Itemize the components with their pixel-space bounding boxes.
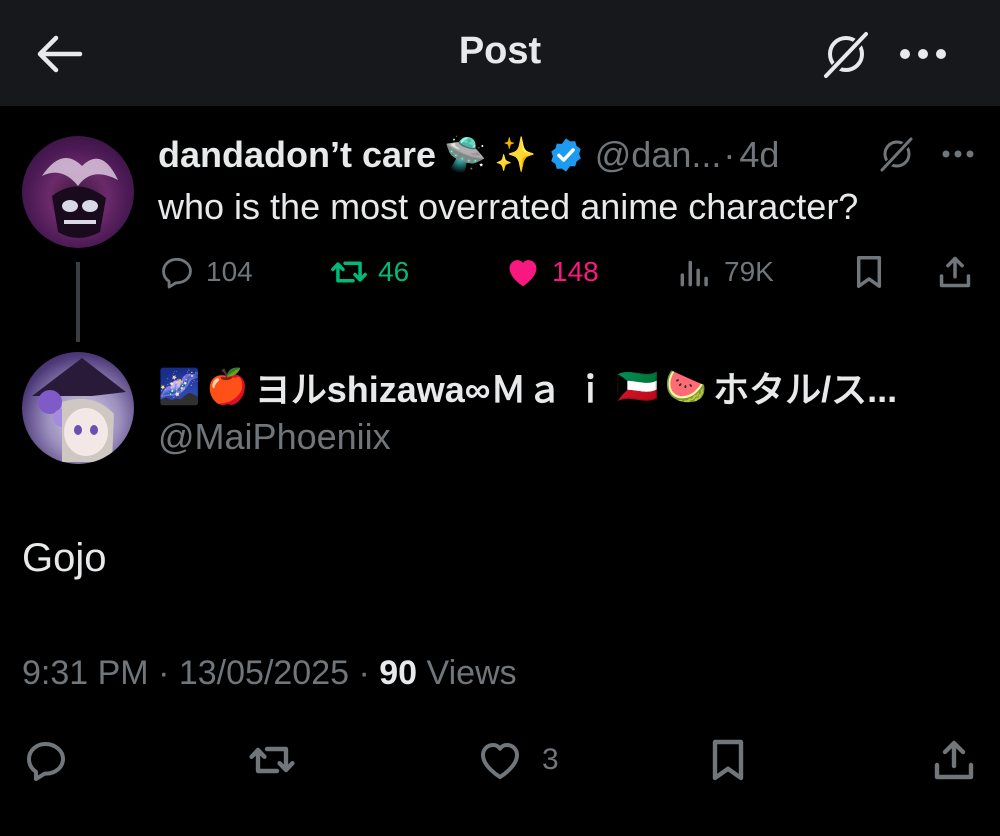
share-icon xyxy=(939,256,971,288)
like-count: 148 xyxy=(552,256,599,287)
analytics-icon xyxy=(680,260,708,287)
heart-icon xyxy=(481,743,519,779)
top-nav-bar: Post xyxy=(0,0,1000,106)
thread-connector xyxy=(76,262,80,342)
reply-icon xyxy=(27,742,65,781)
reply-author-display-name: ヨルshizawa∞Ｍａ ｉ xyxy=(254,369,609,410)
meta-separator: · xyxy=(358,654,370,692)
like-button[interactable]: 148 xyxy=(504,250,599,294)
reply-button[interactable]: 104 xyxy=(158,250,253,294)
more-horizontal-icon[interactable] xyxy=(896,30,950,78)
reply-author-handle[interactable]: @MaiPhoeniix xyxy=(158,416,391,458)
post-author-row: dandadon’t care 🛸 ✨ @dan... · 4d xyxy=(158,133,779,177)
kuwait-flag-emoji: 🇰🇼 xyxy=(616,368,659,406)
views-label: Views xyxy=(426,654,517,692)
share-button[interactable] xyxy=(936,250,974,294)
bookmark-button[interactable] xyxy=(704,734,752,786)
ufo-emoji: 🛸 xyxy=(444,136,487,174)
grok-icon[interactable] xyxy=(878,135,916,173)
like-count: 3 xyxy=(542,743,559,776)
author-display-name[interactable]: dandadon’t care xyxy=(158,134,436,176)
avatar[interactable] xyxy=(22,352,134,464)
sparkles-emoji: ✨ xyxy=(494,136,537,174)
avatar[interactable] xyxy=(22,136,134,248)
meta-separator: · xyxy=(723,134,736,175)
like-button[interactable]: 3 xyxy=(476,734,559,786)
apple-emoji: 🍎 xyxy=(206,368,249,406)
reply-author-row[interactable]: 🌌 🍎 ヨルshizawa∞Ｍａ ｉ 🇰🇼 🍉 ホタル/ス... xyxy=(158,365,897,410)
post-age[interactable]: 4d xyxy=(739,134,779,176)
share-button[interactable] xyxy=(930,734,978,786)
bookmark-button[interactable] xyxy=(850,250,888,294)
reply-count: 104 xyxy=(206,256,253,287)
post-text: who is the most overrated anime characte… xyxy=(158,186,859,227)
repost-button[interactable]: 46 xyxy=(330,250,409,294)
heart-filled-icon xyxy=(509,260,537,287)
share-icon xyxy=(934,740,974,780)
bookmark-icon xyxy=(712,739,744,781)
more-horizontal-icon[interactable] xyxy=(940,140,976,168)
reply-icon xyxy=(162,257,192,289)
post-metadata: 9:31 PM · 13/05/2025 · 90 Views xyxy=(22,654,517,693)
repost-count: 46 xyxy=(378,256,410,287)
view-count: 79K xyxy=(724,256,774,287)
meta-separator: · xyxy=(158,654,170,692)
bookmark-icon xyxy=(856,256,882,288)
repost-icon xyxy=(331,261,367,283)
grok-icon[interactable] xyxy=(820,28,872,80)
reply-button[interactable] xyxy=(22,734,70,786)
post-time: 9:31 PM xyxy=(22,654,149,692)
verified-badge-icon xyxy=(551,138,581,172)
views-button[interactable]: 79K xyxy=(676,250,774,294)
watermelon-emoji: 🍉 xyxy=(664,368,708,406)
repost-button[interactable] xyxy=(248,734,296,786)
post-date: 13/05/2025 xyxy=(178,654,350,692)
views-count: 90 xyxy=(379,654,418,692)
reply-text: Gojo xyxy=(22,536,107,580)
author-handle[interactable]: @dan... xyxy=(595,134,722,176)
reply-author-display-name-tail: ホタル/ス... xyxy=(713,369,898,410)
milky-way-emoji: 🌌 xyxy=(158,368,201,406)
repost-icon xyxy=(249,746,295,774)
